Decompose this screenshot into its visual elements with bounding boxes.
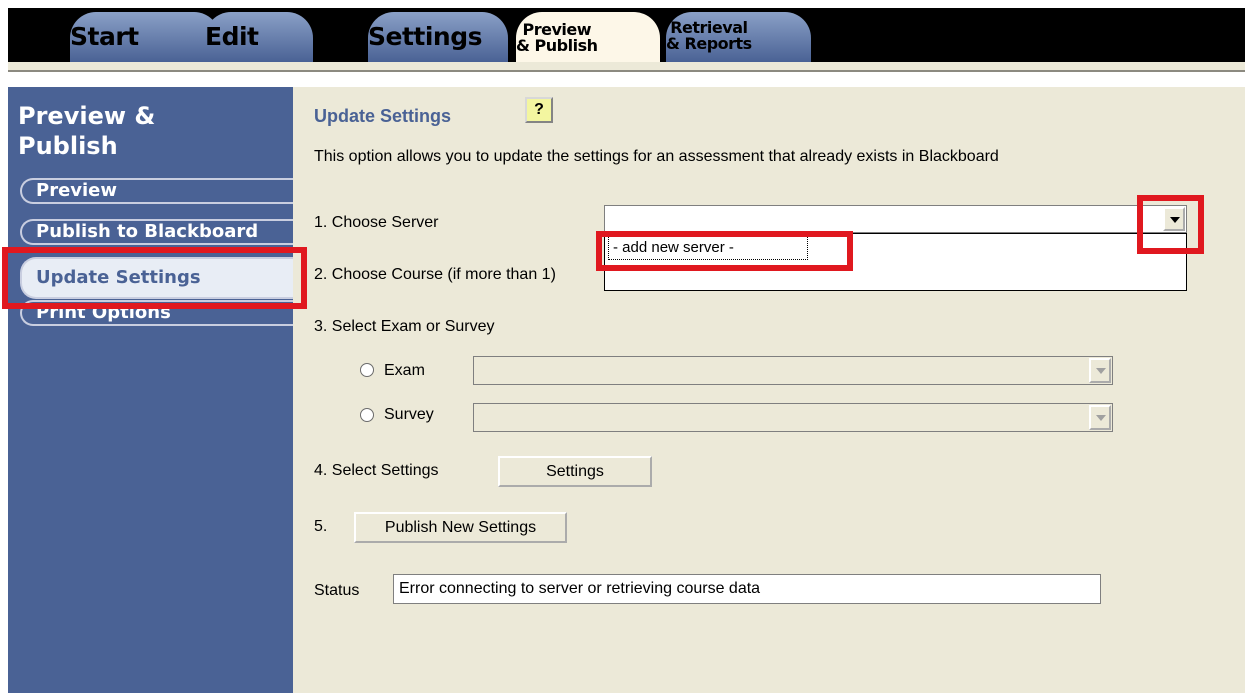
sidebar-item-publish-to-blackboard[interactable]: Publish to Blackboard (20, 219, 293, 245)
survey-radio[interactable] (360, 408, 374, 422)
description-text: This option allows you to update the set… (314, 148, 999, 165)
main-panel: Update Settings ? This option allows you… (293, 87, 1245, 693)
tab-settings[interactable]: Settings (368, 12, 508, 62)
tab-retrieval-reports-label: Retrieval & Reports (666, 12, 752, 52)
exam-label: Exam (384, 362, 425, 379)
chevron-down-icon[interactable] (1163, 207, 1185, 231)
server-dropdown-list: - add new server - (604, 233, 1187, 291)
tab-edit[interactable]: Edit (205, 12, 313, 62)
select-exam-survey-label: 3. Select Exam or Survey (314, 318, 495, 335)
tab-start-label: Start (70, 22, 139, 51)
help-icon[interactable]: ? (525, 97, 553, 123)
sidebar-item-preview[interactable]: Preview (20, 178, 293, 204)
chevron-down-icon[interactable] (1089, 358, 1111, 383)
choose-course-label: 2. Choose Course (if more than 1) (314, 266, 556, 283)
sidebar-item-print-options[interactable]: Print Options (20, 300, 293, 326)
exam-radio[interactable] (360, 363, 374, 377)
settings-button[interactable]: Settings (498, 456, 652, 487)
page-title: Update Settings (314, 106, 452, 126)
choose-server-label: 1. Choose Server (314, 214, 439, 231)
status-field[interactable]: Error connecting to server or retrieving… (393, 574, 1101, 604)
tab-preview-publish-label: Preview & Publish (516, 12, 598, 55)
tab-retrieval-reports[interactable]: Retrieval & Reports (666, 12, 811, 62)
exam-select[interactable] (473, 356, 1113, 385)
chevron-down-icon[interactable] (1089, 405, 1111, 430)
sidebar-title-line1: Preview & (18, 102, 156, 130)
tab-bar-strip (8, 62, 1245, 72)
survey-select[interactable] (473, 403, 1113, 432)
step5-label: 5. (314, 518, 328, 535)
tab-preview-publish-line2: & Publish (516, 36, 598, 55)
dropdown-option-add-new-server[interactable]: - add new server - (608, 236, 808, 260)
tab-retrieval-reports-line2: & Reports (666, 34, 752, 53)
sidebar-item-update-settings[interactable]: Update Settings (20, 257, 293, 299)
survey-label: Survey (384, 406, 434, 423)
server-select[interactable] (604, 205, 1187, 233)
top-tab-bar: Start Edit Settings Preview & Publish Re… (0, 0, 1245, 72)
tab-settings-label: Settings (368, 22, 483, 51)
sidebar: Preview & Publish Preview Publish to Bla… (8, 87, 293, 693)
select-settings-label: 4. Select Settings (314, 462, 439, 479)
status-label: Status (314, 582, 360, 599)
tab-edit-label: Edit (205, 22, 259, 51)
sidebar-title-line2: Publish (18, 132, 118, 160)
sidebar-title: Preview & Publish (18, 101, 155, 161)
tab-start[interactable]: Start (70, 12, 220, 62)
publish-new-settings-button[interactable]: Publish New Settings (354, 512, 567, 543)
